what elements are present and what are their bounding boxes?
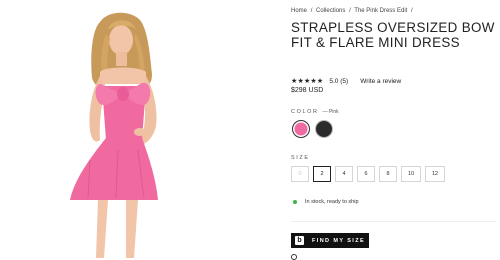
size-option-0[interactable]: 0 bbox=[291, 166, 309, 182]
rating-row: ★★★★★ 5.0 (5) Write a review bbox=[291, 77, 401, 86]
product-image[interactable] bbox=[0, 0, 250, 260]
stock-text: In stock, ready to ship bbox=[305, 199, 359, 205]
find-my-size-button[interactable]: b FIND MY SIZE bbox=[291, 233, 369, 248]
star-rating-icon: ★★★★★ bbox=[291, 78, 324, 85]
size-selector: 0 2 4 6 8 10 12 bbox=[291, 166, 445, 182]
rating-value: 5.0 (5) bbox=[329, 77, 349, 85]
divider bbox=[291, 221, 496, 222]
color-label: COLOR — Pink bbox=[291, 109, 339, 115]
size-label: SIZE bbox=[291, 155, 310, 161]
size-option-12[interactable]: 12 bbox=[425, 166, 445, 182]
product-title: STRAPLESS OVERSIZED BOW FIT & FLARE MINI… bbox=[291, 20, 495, 50]
partially-visible-row bbox=[291, 254, 303, 260]
size-option-6[interactable]: 6 bbox=[357, 166, 375, 182]
breadcrumb-pink-dress-edit[interactable]: The Pink Dress Edit bbox=[354, 8, 407, 14]
color-swatch-pink[interactable] bbox=[292, 120, 310, 138]
selected-color-text: — Pink bbox=[322, 109, 339, 115]
breadcrumb-home[interactable]: Home bbox=[291, 8, 307, 14]
circle-icon bbox=[291, 254, 297, 260]
breadcrumb-separator: / bbox=[411, 8, 413, 14]
product-price: $298 USD bbox=[291, 87, 324, 94]
size-option-4[interactable]: 4 bbox=[335, 166, 353, 182]
size-option-8[interactable]: 8 bbox=[379, 166, 397, 182]
breadcrumb: Home / Collections / The Pink Dress Edit… bbox=[291, 8, 415, 14]
write-review-link[interactable]: Write a review bbox=[360, 78, 401, 85]
b-logo-icon: b bbox=[295, 236, 304, 245]
breadcrumb-separator: / bbox=[349, 8, 351, 14]
size-option-2[interactable]: 2 bbox=[313, 166, 331, 182]
breadcrumb-collections[interactable]: Collections bbox=[316, 8, 345, 14]
stock-status: In stock, ready to ship bbox=[293, 199, 359, 205]
find-my-size-label: FIND MY SIZE bbox=[312, 237, 366, 244]
breadcrumb-separator: / bbox=[310, 8, 313, 14]
size-option-10[interactable]: 10 bbox=[401, 166, 421, 182]
model-in-pink-dress-illustration bbox=[70, 12, 158, 258]
product-info: Home / Collections / The Pink Dress Edit… bbox=[291, 0, 496, 260]
in-stock-dot-icon bbox=[293, 200, 297, 204]
color-swatch-black[interactable] bbox=[315, 120, 333, 138]
color-label-text: COLOR bbox=[291, 109, 319, 115]
